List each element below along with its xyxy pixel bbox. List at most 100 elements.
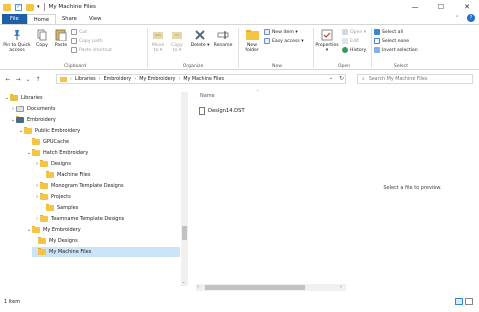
address-dropdown-icon[interactable]: ⌄ <box>329 76 333 81</box>
tab-file[interactable]: File <box>2 14 27 24</box>
tree-item-monogram-template-designs[interactable]: › Monogram Template Designs <box>34 181 124 191</box>
scissors-icon <box>71 29 77 35</box>
preview-message: Select a file to preview. <box>383 185 442 191</box>
breadcrumb-embroidery[interactable]: Embroidery <box>104 77 132 82</box>
forward-button[interactable]: → <box>13 76 23 83</box>
rename-button[interactable]: Rename <box>212 28 234 48</box>
new-group-label: New <box>271 64 283 69</box>
open-button[interactable]: Open ▾ <box>342 29 366 35</box>
edit-button[interactable]: Edit <box>342 38 359 44</box>
delete-icon <box>193 28 207 41</box>
maximize-button[interactable]: ☐ <box>430 0 452 14</box>
tree-item-my-embroidery[interactable]: ⌄ My Embroidery <box>26 225 81 235</box>
tree-item-my-machine-files[interactable]: My Machine Files <box>32 247 180 257</box>
tree-item-samples[interactable]: Samples <box>40 203 78 213</box>
tree-item-hatch-embroidery[interactable]: ⌄ Hatch Embroidery <box>26 148 88 158</box>
ribbon-tabs: File Home Share View ⌃ ? <box>0 14 479 24</box>
paste-shortcut-icon <box>71 47 77 53</box>
library-icon <box>60 76 67 82</box>
paste-button[interactable]: Paste <box>52 28 70 48</box>
cut-button[interactable]: Cut <box>71 29 87 35</box>
folder-icon <box>38 248 46 255</box>
new-folder-button[interactable]: New folder <box>242 28 262 53</box>
minimize-button[interactable]: — <box>404 0 426 14</box>
copy-path-icon <box>71 38 77 44</box>
properties-button[interactable]: Properties ▾ <box>314 28 340 53</box>
tree-item-public-embroidery[interactable]: ⌄ Public Embroidery <box>18 126 80 136</box>
breadcrumb-my-machine-files[interactable]: My Machine Files <box>183 77 224 82</box>
breadcrumb-separator: › <box>98 76 101 82</box>
tree-item-gpucache[interactable]: GPUCache <box>26 137 69 147</box>
history-icon <box>342 47 348 53</box>
recent-locations-button[interactable]: ⌄ <box>23 76 33 83</box>
tree-item-label: Teamname Template Designs <box>51 216 125 222</box>
new-item-button[interactable]: New item ▾ <box>264 29 298 35</box>
help-icon[interactable]: ? <box>467 14 475 22</box>
scroll-down-icon[interactable]: ⌄ <box>182 279 185 284</box>
edit-icon <box>342 38 348 44</box>
navigation-pane-scrollbar[interactable] <box>181 92 188 286</box>
tab-share[interactable]: Share <box>56 14 83 24</box>
close-button[interactable]: ✕ <box>456 0 478 14</box>
tree-item-label: Public Embroidery <box>35 128 81 134</box>
move-to-icon <box>151 28 165 41</box>
breadcrumb-separator: › <box>178 76 181 82</box>
paste-shortcut-button[interactable]: Paste shortcut <box>71 47 112 53</box>
tree-item-label: Libraries <box>21 95 43 101</box>
file-row[interactable]: Design14.DST <box>199 107 245 115</box>
properties-label: Properties ▾ <box>315 43 339 53</box>
tree-item-label: Projects <box>51 194 71 200</box>
invert-selection-button[interactable]: Invert selection <box>374 47 418 53</box>
item-count: 1 item <box>4 299 21 305</box>
tree-item-label: Designs <box>51 161 71 167</box>
breadcrumb-my-embroidery[interactable]: My Embroidery <box>139 77 175 82</box>
tab-view[interactable]: View <box>83 14 107 24</box>
details-view-icon[interactable] <box>455 298 463 305</box>
select-none-button[interactable]: Select none <box>374 38 409 44</box>
move-to-button[interactable]: Move to ▾ <box>150 28 166 53</box>
breadcrumb-libraries[interactable]: Libraries <box>75 77 96 82</box>
up-button[interactable]: ↑ <box>33 76 43 83</box>
tree-item-embroidery[interactable]: ⌄ Embroidery <box>10 115 56 125</box>
window-title: My Machine Files <box>48 4 96 10</box>
file-list-scrollbar-thumb[interactable] <box>205 285 305 290</box>
tree-item-label: Monogram Template Designs <box>51 183 124 189</box>
pin-quick-access-button[interactable]: Pin to Quick access <box>2 28 32 53</box>
copy-path-button[interactable]: Copy path <box>71 38 103 44</box>
copy-button[interactable]: Copy <box>33 28 51 48</box>
folder-icon <box>32 226 40 233</box>
folder-icon <box>40 215 48 222</box>
tree-item-designs[interactable]: › Designs <box>34 159 71 169</box>
scroll-right-icon[interactable]: › <box>340 284 342 290</box>
new-folder-quick-icon[interactable] <box>26 3 34 11</box>
history-button[interactable]: History <box>342 47 366 53</box>
file-explorer-window: ✓ ▾ My Machine Files — ☐ ✕ File Home Sha… <box>0 0 479 312</box>
properties-quick-icon[interactable]: ✓ <box>15 3 22 11</box>
tree-item-machine-files[interactable]: Machine Files <box>40 170 91 180</box>
preview-pane: Select a file to preview. <box>346 90 479 286</box>
tree-item-documents[interactable]: › Documents <box>10 104 56 114</box>
address-bar[interactable]: › Libraries › Embroidery › My Embroidery… <box>56 74 346 84</box>
delete-button[interactable]: Delete ▾ <box>190 28 210 48</box>
clipboard-group-label: Clipboard <box>64 64 86 69</box>
tab-home[interactable]: Home <box>26 14 57 24</box>
collapse-ribbon-icon[interactable]: ⌃ <box>455 15 459 21</box>
tree-item-projects[interactable]: › Projects <box>34 192 71 202</box>
large-icons-view-icon[interactable] <box>465 298 473 305</box>
folder-icon <box>40 182 48 189</box>
tree-item-libraries[interactable]: ⌄ Libraries <box>4 93 43 103</box>
tree-item-teamname-template-designs[interactable]: › Teamname Template Designs <box>34 214 124 224</box>
back-button[interactable]: ← <box>3 76 13 83</box>
customize-toolbar-icon[interactable]: ▾ <box>37 4 40 10</box>
navigation-pane-scrollbar-thumb[interactable] <box>182 226 187 240</box>
scroll-left-icon[interactable]: ‹ <box>197 284 199 290</box>
select-all-button[interactable]: Select all <box>374 29 403 35</box>
refresh-button[interactable]: ↻ <box>339 75 344 82</box>
easy-access-button[interactable]: Easy access ▾ <box>264 38 304 44</box>
copy-to-button[interactable]: Copy to ▾ <box>169 28 185 53</box>
search-input[interactable]: ⌕ Search My Machine Files <box>357 74 473 84</box>
column-header-name[interactable]: Name <box>200 93 215 99</box>
file-list-pane: ⌃ Name Design14.DST <box>196 89 346 286</box>
tree-item-my-designs[interactable]: My Designs <box>32 236 78 246</box>
group-separator <box>371 28 372 68</box>
